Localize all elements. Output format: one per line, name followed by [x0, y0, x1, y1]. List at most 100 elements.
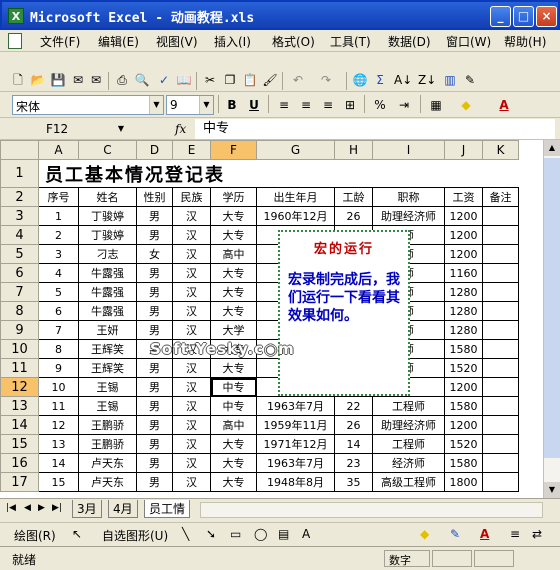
header-cell[interactable]: 学历 — [210, 187, 257, 207]
table-cell[interactable]: 1948年8月 — [256, 472, 335, 492]
table-cell[interactable]: 汉 — [172, 301, 211, 321]
table-cell[interactable]: 牛露强 — [78, 263, 137, 283]
table-cell[interactable]: 14 — [38, 453, 79, 473]
sort-asc-icon[interactable]: A↓ — [394, 72, 412, 88]
header-cell[interactable]: 姓名 — [78, 187, 137, 207]
table-cell[interactable]: 汉 — [172, 453, 211, 473]
merge-center-icon[interactable]: ⊞ — [340, 96, 360, 114]
table-cell[interactable]: 王妍 — [78, 320, 137, 340]
menu-data[interactable]: 数据(D) — [388, 33, 431, 50]
table-cell[interactable]: 汉 — [172, 225, 211, 245]
table-cell[interactable]: 汉 — [172, 282, 211, 302]
menu-view[interactable]: 视图(V) — [156, 33, 198, 50]
sheet-grid[interactable]: A C D E F G H I J K 1 员工基本情况登记表 2 序号 姓名 … — [0, 140, 519, 492]
excel-app-icon[interactable]: X — [8, 8, 24, 24]
row-header[interactable]: 13 — [0, 396, 39, 416]
table-cell[interactable]: 1200 — [444, 415, 483, 435]
table-cell[interactable] — [482, 434, 519, 454]
table-cell[interactable]: 男 — [136, 415, 173, 435]
sheet-title[interactable]: 员工基本情况登记表 — [39, 160, 519, 188]
last-sheet-icon[interactable]: ▶| — [52, 503, 62, 513]
table-cell[interactable] — [482, 282, 519, 302]
line-icon[interactable]: ╲ — [182, 527, 189, 541]
table-cell[interactable]: 14 — [334, 434, 373, 454]
sheet-tab[interactable]: 3月 — [72, 500, 102, 518]
table-cell[interactable]: 工程师 — [372, 396, 445, 416]
table-cell[interactable]: 大专 — [210, 453, 257, 473]
table-cell[interactable]: 工程师 — [372, 434, 445, 454]
table-cell[interactable]: 王鹏骄 — [78, 415, 137, 435]
underline-button[interactable]: U — [244, 96, 264, 114]
formula-input[interactable]: 中专 — [195, 119, 555, 139]
table-cell[interactable]: 1960年12月 — [256, 206, 335, 226]
table-cell[interactable]: 牛露强 — [78, 301, 137, 321]
row-header[interactable]: 8 — [0, 301, 39, 321]
table-cell[interactable]: 男 — [136, 320, 173, 340]
line-color-icon[interactable]: ✎ — [450, 527, 460, 541]
hyperlink-icon[interactable]: 🌐 — [352, 72, 368, 88]
column-header[interactable]: I — [372, 140, 445, 160]
row-header[interactable]: 12 — [0, 377, 39, 397]
table-cell[interactable] — [482, 301, 519, 321]
table-cell[interactable]: 汉 — [172, 244, 211, 264]
table-cell[interactable]: 1800 — [444, 472, 483, 492]
menu-insert[interactable]: 插入(I) — [214, 33, 251, 50]
align-right-icon[interactable]: ≡ — [318, 96, 338, 114]
row-header[interactable]: 1 — [0, 159, 39, 188]
table-cell[interactable]: 1280 — [444, 320, 483, 340]
prev-sheet-icon[interactable]: ◀ — [24, 503, 31, 513]
table-cell[interactable]: 助理经济师 — [372, 415, 445, 435]
table-cell[interactable]: 卢天东 — [78, 453, 137, 473]
table-cell[interactable] — [482, 453, 519, 473]
print-icon[interactable]: ⎙ — [114, 72, 130, 88]
permission-icon[interactable]: ✉ — [70, 72, 86, 88]
select-all-corner[interactable] — [0, 140, 39, 160]
table-cell[interactable] — [482, 377, 519, 397]
table-cell[interactable]: 丁骏婷 — [78, 225, 137, 245]
header-cell[interactable]: 职称 — [372, 187, 445, 207]
row-header[interactable]: 17 — [0, 472, 39, 492]
table-cell[interactable] — [482, 225, 519, 245]
draw-menu[interactable]: 绘图(R) — [14, 527, 56, 544]
column-header[interactable]: G — [256, 140, 335, 160]
menu-edit[interactable]: 编辑(E) — [98, 33, 139, 50]
table-cell[interactable]: 牛露强 — [78, 282, 137, 302]
table-cell[interactable] — [482, 206, 519, 226]
arrow-icon[interactable]: ➘ — [206, 527, 216, 541]
copy-icon[interactable]: ❐ — [222, 72, 238, 88]
header-cell[interactable]: 性别 — [136, 187, 173, 207]
table-cell[interactable] — [482, 415, 519, 435]
table-cell[interactable]: 经济师 — [372, 453, 445, 473]
table-cell[interactable]: 1200 — [444, 225, 483, 245]
paste-icon[interactable]: 📋 — [242, 72, 258, 88]
table-cell[interactable]: 大专 — [210, 301, 257, 321]
table-cell[interactable] — [482, 244, 519, 264]
select-objects-icon[interactable]: ↖ — [72, 527, 82, 541]
row-header[interactable]: 4 — [0, 225, 39, 245]
macro-note-textbox[interactable]: 宏的运行 宏录制完成后，我们运行一下看看其效果如何。 — [278, 230, 410, 396]
next-sheet-icon[interactable]: ▶ — [38, 503, 45, 513]
font-name-select[interactable]: 宋体 ▼ — [12, 95, 164, 115]
line-style-icon[interactable]: ≡ — [510, 527, 520, 541]
table-cell[interactable]: 11 — [38, 396, 79, 416]
table-cell[interactable]: 1160 — [444, 263, 483, 283]
table-cell[interactable]: 1580 — [444, 339, 483, 359]
header-cell[interactable]: 工龄 — [334, 187, 373, 207]
row-header[interactable]: 15 — [0, 434, 39, 454]
scroll-thumb[interactable] — [544, 158, 560, 458]
row-header[interactable]: 6 — [0, 263, 39, 283]
table-cell[interactable]: 汉 — [172, 358, 211, 378]
chart-wizard-icon[interactable]: ▥ — [442, 72, 458, 88]
table-cell[interactable]: 汉 — [172, 434, 211, 454]
table-cell[interactable]: 男 — [136, 396, 173, 416]
menu-tools[interactable]: 工具(T) — [330, 33, 371, 50]
table-cell[interactable]: 男 — [136, 472, 173, 492]
column-header[interactable]: E — [172, 140, 211, 160]
row-header[interactable]: 2 — [0, 187, 39, 207]
fill-color-icon[interactable]: ◆ — [456, 96, 476, 114]
sheet-tab[interactable]: 4月 — [108, 500, 138, 518]
table-cell[interactable]: 7 — [38, 320, 79, 340]
table-cell[interactable]: 大专 — [210, 434, 257, 454]
table-cell[interactable]: 15 — [38, 472, 79, 492]
menu-window[interactable]: 窗口(W) — [446, 33, 491, 50]
